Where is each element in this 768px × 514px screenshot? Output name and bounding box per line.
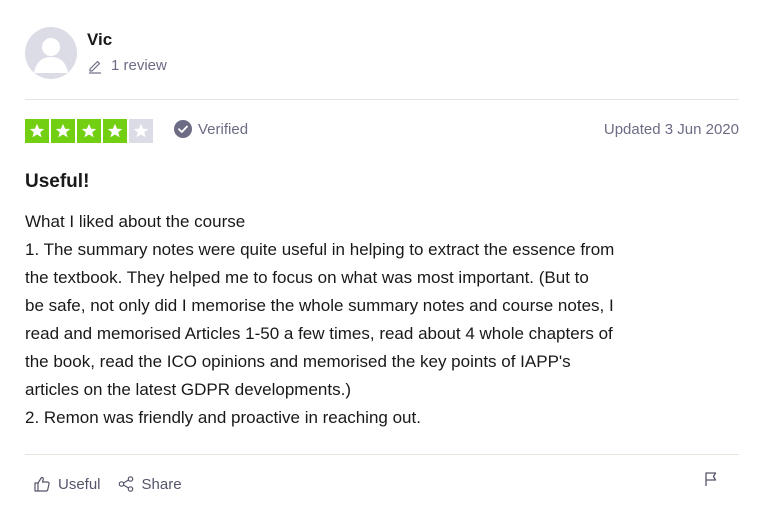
verified-label: Verified: [198, 120, 249, 138]
star-rating: [25, 119, 153, 143]
flag-icon: [705, 472, 717, 486]
pencil-icon: [89, 60, 101, 74]
star-filled: [25, 119, 49, 143]
review-text-line: the book, read the ICO opinions and memo…: [25, 352, 571, 371]
star-icon: [81, 123, 97, 138]
check-circle-icon: [174, 120, 192, 138]
divider: [25, 99, 739, 100]
avatar[interactable]: [25, 27, 77, 79]
review-date: Updated 3 Jun 2020: [603, 121, 739, 138]
review-text-line: What I liked about the course: [25, 212, 246, 231]
review-count-label: 1 review: [111, 57, 167, 74]
review-count: 1 review: [87, 57, 167, 74]
useful-label: Useful: [58, 475, 101, 493]
review-body: What I liked about the course 1. The summ…: [25, 208, 745, 432]
star-icon: [55, 123, 71, 138]
share-label: Share: [141, 475, 182, 493]
user-silhouette-icon: [34, 38, 68, 73]
useful-button[interactable]: Useful: [33, 475, 101, 493]
review-text-line: 1. The summary notes were quite useful i…: [25, 240, 615, 259]
reviewer-name[interactable]: Vic: [87, 30, 112, 50]
review-text-line: the textbook. They helped me to focus on…: [25, 268, 589, 287]
review-title[interactable]: Useful!: [25, 171, 89, 193]
report-button[interactable]: [703, 471, 719, 492]
star-icon: [133, 123, 149, 138]
verified-badge[interactable]: Verified: [174, 120, 248, 138]
star-icon: [107, 123, 123, 138]
star-icon: [29, 123, 45, 138]
star-filled: [103, 119, 127, 143]
share-button[interactable]: Share: [117, 475, 182, 493]
star-filled: [77, 119, 101, 143]
divider: [25, 454, 739, 455]
thumbs-up-icon: [34, 476, 50, 492]
review-text-line: articles on the latest GDPR developments…: [25, 380, 351, 399]
review-actions: Useful Share: [33, 475, 182, 493]
review-text-line: read and memorised Articles 1-50 a few t…: [25, 324, 613, 343]
star-empty: [129, 119, 153, 143]
review-text-line: be safe, not only did I memorise the who…: [25, 296, 614, 315]
share-icon: [118, 476, 133, 492]
review-text-line: 2. Remon was friendly and proactive in r…: [25, 408, 421, 427]
star-filled: [51, 119, 75, 143]
